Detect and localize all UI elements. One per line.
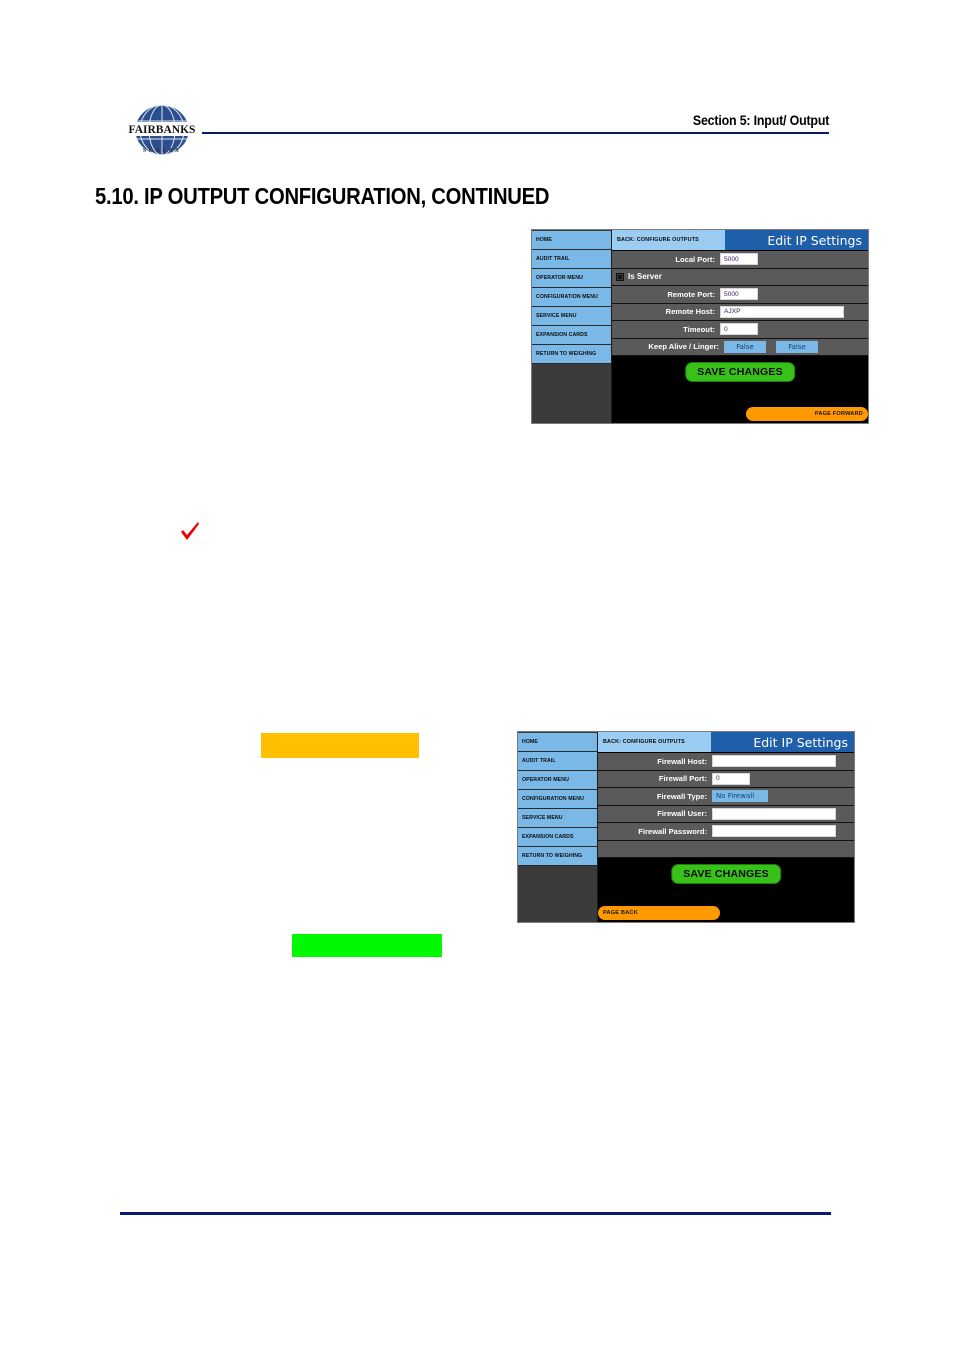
screenshot-edit-ip-settings-firewall: HOME AUDIT TRAIL OPERATOR MENU CONFIGURA… (517, 731, 855, 923)
back-configure-outputs-button[interactable]: BACK: CONFIGURE OUTPUTS (612, 230, 725, 250)
orange-highlight-box (261, 733, 419, 758)
sidebar-item-operator-menu[interactable]: OPERATOR MENU (532, 269, 611, 288)
sidebar-item-label: HOME (522, 739, 538, 745)
ui-sidebar-ip: HOME AUDIT TRAIL OPERATOR MENU CONFIGURA… (532, 230, 612, 423)
sidebar-item-label: RETURN TO WEIGHING (536, 351, 597, 357)
panel-title: Edit IP Settings (710, 732, 854, 752)
page-forward-button[interactable]: PAGE FORWARD (746, 407, 868, 421)
timeout-label: Timeout: (683, 324, 715, 334)
sidebar-item-return-to-weighing[interactable]: RETURN TO WEIGHING (518, 847, 597, 866)
footer-divider-rule (120, 1212, 831, 1215)
sidebar-item-configuration-menu[interactable]: CONFIGURATION MENU (518, 790, 597, 809)
sidebar-item-label: OPERATOR MENU (536, 275, 583, 281)
ui-titlebar-firewall: BACK: CONFIGURE OUTPUTS Edit IP Settings (598, 732, 854, 753)
firewall-port-label: Firewall Port: (658, 774, 707, 784)
sidebar-item-label: CONFIGURATION MENU (536, 294, 598, 300)
keep-alive-toggle[interactable]: False (724, 340, 766, 353)
save-changes-button[interactable]: SAVE CHANGES (671, 864, 781, 884)
sidebar-item-label: OPERATOR MENU (522, 777, 569, 783)
sidebar-item-operator-menu[interactable]: OPERATOR MENU (518, 771, 597, 790)
sidebar-item-service-menu[interactable]: SERVICE MENU (532, 307, 611, 326)
row-firewall-host: Firewall Host: (598, 753, 854, 771)
firewall-password-input[interactable] (712, 825, 836, 838)
green-highlight-box (292, 934, 442, 957)
sidebar-item-service-menu[interactable]: SERVICE MENU (518, 809, 597, 828)
svg-text:FAIRBANKS: FAIRBANKS (129, 124, 196, 136)
svg-text:SCALES: SCALES (143, 148, 181, 154)
row-remote-host: Remote Host: AJXP (612, 303, 868, 321)
firewall-type-select[interactable]: No Firewall (712, 790, 768, 803)
firewall-host-input[interactable] (712, 755, 836, 768)
is-server-checkbox[interactable] (616, 272, 624, 281)
sidebar-item-label: SERVICE MENU (522, 815, 563, 821)
save-changes-button[interactable]: SAVE CHANGES (685, 362, 795, 382)
row-firewall-type: Firewall Type: No Firewall (598, 788, 854, 806)
keep-alive-linger-label: Keep Alive / Linger: (648, 342, 719, 352)
sidebar-item-label: AUDIT TRAIL (522, 758, 556, 764)
sidebar-item-configuration-menu[interactable]: CONFIGURATION MENU (532, 288, 611, 307)
sidebar-item-label: RETURN TO WEIGHING (522, 853, 583, 859)
local-port-input[interactable]: 5000 (720, 253, 758, 266)
firewall-port-input[interactable]: 0 (712, 772, 750, 785)
linger-toggle[interactable]: False (776, 340, 818, 353)
sidebar-item-label: EXPANSION CARDS (522, 834, 574, 840)
sidebar-item-home[interactable]: HOME (532, 231, 611, 250)
back-configure-outputs-button[interactable]: BACK: CONFIGURE OUTPUTS (598, 732, 711, 752)
ui-main-firewall: BACK: CONFIGURE OUTPUTS Edit IP Settings… (598, 732, 854, 922)
sidebar-item-label: AUDIT TRAIL (536, 256, 570, 262)
is-server-label: Is Server (628, 272, 662, 282)
sidebar-item-expansion-cards[interactable]: EXPANSION CARDS (532, 326, 611, 345)
screenshot-edit-ip-settings: HOME AUDIT TRAIL OPERATOR MENU CONFIGURA… (531, 229, 869, 424)
firewall-user-input[interactable] (712, 807, 836, 820)
fairbanks-logo: FAIRBANKS SCALES (128, 103, 196, 161)
header-divider-rule (202, 132, 829, 134)
red-check-mark-icon (179, 521, 201, 543)
firewall-user-label: Firewall User: (657, 809, 707, 819)
section-header-label: Section 5: Input/ Output (692, 113, 830, 128)
sidebar-item-label: SERVICE MENU (536, 313, 577, 319)
sidebar-item-label: CONFIGURATION MENU (522, 796, 584, 802)
remote-host-label: Remote Host: (665, 307, 715, 317)
firewall-password-label: Firewall Password: (638, 826, 707, 836)
ui-sidebar-firewall: HOME AUDIT TRAIL OPERATOR MENU CONFIGURA… (518, 732, 598, 922)
sidebar-item-audit-trail[interactable]: AUDIT TRAIL (532, 250, 611, 269)
row-is-server: Is Server (612, 268, 868, 286)
page-back-button[interactable]: PAGE BACK (598, 906, 720, 920)
firewall-type-label: Firewall Type: (656, 791, 707, 801)
local-port-label: Local Port: (675, 254, 715, 264)
ui-footer-ip: SAVE CHANGES PAGE FORWARD (612, 356, 868, 423)
row-remote-port: Remote Port: 5000 (612, 286, 868, 304)
row-keep-alive-linger: Keep Alive / Linger: False False (612, 338, 868, 356)
ui-titlebar-ip: BACK: CONFIGURE OUTPUTS Edit IP Settings (612, 230, 868, 251)
row-firewall-port: Firewall Port: 0 (598, 770, 854, 788)
row-firewall-password: Firewall Password: (598, 823, 854, 841)
row-timeout: Timeout: 0 (612, 321, 868, 339)
page-header: FAIRBANKS SCALES Section 5: Input/ Outpu… (0, 0, 954, 180)
sidebar-item-expansion-cards[interactable]: EXPANSION CARDS (518, 828, 597, 847)
row-local-port: Local Port: 5000 (612, 251, 868, 269)
page-title: 5.10. IP OUTPUT CONFIGURATION, CONTINUED (95, 183, 550, 209)
row-spacer (598, 840, 854, 858)
firewall-host-label: Firewall Host: (657, 756, 707, 766)
ui-footer-firewall: SAVE CHANGES PAGE BACK (598, 858, 854, 922)
sidebar-item-return-to-weighing[interactable]: RETURN TO WEIGHING (532, 345, 611, 364)
remote-port-input[interactable]: 5000 (720, 288, 758, 301)
remote-port-label: Remote Port: (667, 289, 715, 299)
remote-host-input[interactable]: AJXP (720, 305, 844, 318)
sidebar-item-label: HOME (536, 237, 552, 243)
row-firewall-user: Firewall User: (598, 805, 854, 823)
sidebar-item-home[interactable]: HOME (518, 733, 597, 752)
sidebar-item-audit-trail[interactable]: AUDIT TRAIL (518, 752, 597, 771)
sidebar-item-label: EXPANSION CARDS (536, 332, 588, 338)
timeout-input[interactable]: 0 (720, 323, 758, 336)
panel-title: Edit IP Settings (724, 230, 868, 250)
ui-main-ip: BACK: CONFIGURE OUTPUTS Edit IP Settings… (612, 230, 868, 423)
